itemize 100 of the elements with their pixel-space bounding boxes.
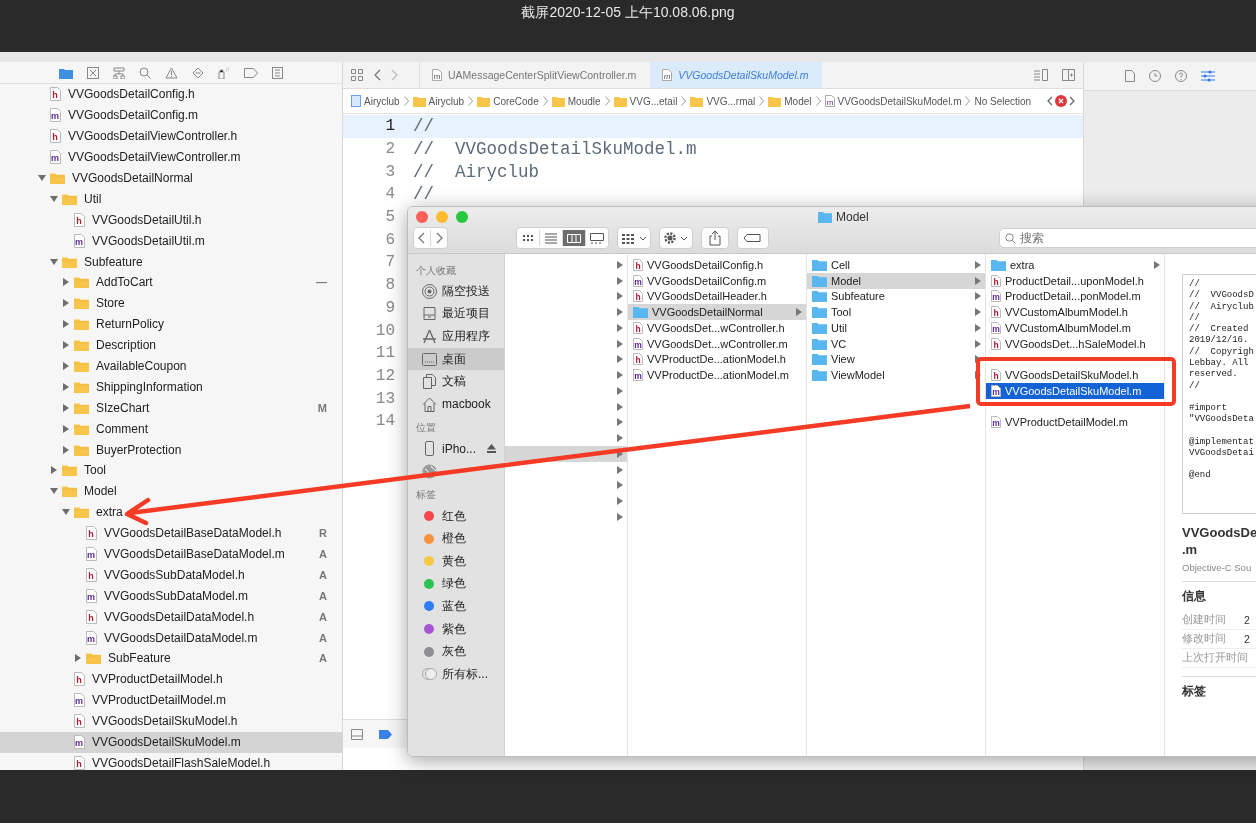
sidebar-item[interactable]: 隔空投送 xyxy=(408,280,504,303)
navigator-row[interactable]: VVGoodsDetailNormal xyxy=(0,167,342,189)
navigator-row[interactable]: AddToCart — xyxy=(0,272,342,293)
navigator-row[interactable]: ReturnPolicy xyxy=(0,313,342,335)
breadcrumb-item[interactable]: Airyclub xyxy=(351,95,400,107)
file-row[interactable]: m ProductDetail...ponModel.m xyxy=(986,288,1164,305)
disclosure-triangle-icon[interactable] xyxy=(62,508,70,517)
file-row[interactable]: h VVGoodsDet...hSaleModel.h xyxy=(986,335,1164,352)
file-row[interactable]: h VVProductDe...ationModel.h xyxy=(628,351,806,368)
file-row[interactable]: m VVGoodsDetailSkuModel.m xyxy=(986,383,1164,399)
navigator-row[interactable]: extra xyxy=(0,501,342,523)
disclosure-triangle-icon[interactable] xyxy=(62,362,70,370)
disclosure-triangle-icon[interactable] xyxy=(50,194,58,203)
square-x-icon[interactable] xyxy=(87,66,99,79)
navigator-row[interactable]: Subfeature xyxy=(0,251,342,272)
sidebar-item[interactable]: iPho... xyxy=(408,437,504,461)
file-row[interactable]: Util xyxy=(807,320,985,336)
view-mode-control[interactable] xyxy=(516,227,609,249)
navigator-row[interactable]: m VVGoodsDetailViewController.m xyxy=(0,146,342,168)
navigator-row[interactable]: Util xyxy=(0,188,342,210)
panel-toggle-icon[interactable] xyxy=(351,728,363,740)
file-row[interactable]: Subfeature xyxy=(807,288,985,305)
help-icon[interactable] xyxy=(1175,70,1187,82)
breadcrumb-item[interactable]: Model xyxy=(768,95,812,107)
navigator-row[interactable]: m VVGoodsDetailConfig.m xyxy=(0,104,342,126)
search-field[interactable]: 搜索 xyxy=(999,228,1256,248)
sidebar-item[interactable]: 紫色 xyxy=(408,617,504,641)
document-icon[interactable] xyxy=(1125,70,1135,82)
navigator-row[interactable]: h VVProductDetailModel.h xyxy=(0,668,342,690)
navigator-row[interactable]: h VVGoodsDetailDataModel.h A xyxy=(0,606,342,628)
navigator-row[interactable]: h VVGoodsDetailFlashSaleModel.h xyxy=(0,752,342,770)
sidebar-item[interactable]: macbook xyxy=(408,392,504,416)
sidebar-item[interactable]: 绿色 xyxy=(408,572,504,596)
disclosure-triangle-icon[interactable] xyxy=(62,445,70,454)
navigator-row[interactable]: SIzeChart M xyxy=(0,397,342,419)
sidebar-item[interactable]: 应用程序 xyxy=(408,325,504,348)
breakpoint-icon[interactable] xyxy=(379,729,392,739)
diamond-icon[interactable] xyxy=(192,66,204,79)
sidebar-item[interactable]: 文稿 xyxy=(408,370,504,393)
sidebar-item[interactable]: 灰色 xyxy=(408,640,504,663)
sidebar-item[interactable]: 所有标... xyxy=(408,662,504,686)
close-button[interactable] xyxy=(416,211,428,223)
file-row[interactable]: Cell xyxy=(807,257,985,273)
action-menu-button[interactable] xyxy=(659,227,693,249)
disclosure-triangle-icon[interactable] xyxy=(62,382,70,391)
add-editor-icon[interactable] xyxy=(1062,69,1075,81)
navigator-row[interactable]: BuyerProtection xyxy=(0,439,342,461)
navigator-row[interactable]: m VVGoodsDetailSkuModel.m xyxy=(0,731,342,753)
navigator-row[interactable]: h VVGoodsDetailSkuModel.h xyxy=(0,710,342,732)
disclosure-triangle-icon[interactable] xyxy=(62,341,70,350)
file-row[interactable]: h VVCustomAlbumModel.h xyxy=(986,304,1164,320)
file-row[interactable]: VVGoodsDetailNormal xyxy=(628,304,806,320)
column-view-icon[interactable] xyxy=(562,230,585,246)
grid-icon[interactable] xyxy=(351,69,363,81)
disclosure-triangle-icon[interactable] xyxy=(74,654,82,663)
sidebar-item[interactable]: 红色 xyxy=(408,504,504,528)
spray-icon[interactable] xyxy=(218,66,230,79)
disclosure-triangle-icon[interactable] xyxy=(50,487,58,496)
breadcrumb-item[interactable]: VVG...rmal xyxy=(690,95,756,107)
file-row[interactable]: m VVCustomAlbumModel.m xyxy=(986,320,1164,336)
file-row[interactable]: m VVGoodsDet...wController.m xyxy=(628,335,806,352)
editor-tab[interactable]: m VVGoodsDetailSkuModel.m xyxy=(650,62,823,88)
file-row[interactable]: h VVGoodsDetailConfig.h xyxy=(628,257,806,273)
file-row[interactable]: Model xyxy=(807,272,985,289)
navigator-row[interactable]: h VVGoodsDetailUtil.h xyxy=(0,209,342,231)
folder-icon[interactable] xyxy=(59,66,73,79)
disclosure-triangle-icon[interactable] xyxy=(62,320,70,329)
navigator-row[interactable]: ShippingInformation xyxy=(0,376,342,398)
navigator-row[interactable]: Store xyxy=(0,292,342,314)
tags-button[interactable] xyxy=(737,227,769,249)
sidebar-item[interactable]: 蓝色 xyxy=(408,595,504,618)
breadcrumb-item[interactable]: m VVGoodsDetailSkuModel.m xyxy=(824,95,962,107)
file-row[interactable]: h VVGoodsDetailHeader.h xyxy=(628,288,806,305)
lines-panel-icon[interactable] xyxy=(1034,69,1048,81)
search-icon[interactable] xyxy=(139,66,151,79)
next-issue-icon[interactable] xyxy=(1069,96,1075,106)
zoom-button[interactable] xyxy=(456,211,468,223)
back-icon[interactable] xyxy=(373,69,381,81)
sidebar-item[interactable]: 最近项目 xyxy=(408,302,504,326)
file-row[interactable]: h VVGoodsDetailSkuModel.h xyxy=(986,367,1164,383)
file-row[interactable]: VC xyxy=(807,335,985,352)
disclosure-triangle-icon[interactable] xyxy=(50,466,58,475)
error-icon[interactable] xyxy=(1055,95,1067,107)
sliders-icon[interactable] xyxy=(1201,70,1215,82)
file-row[interactable]: View xyxy=(807,351,985,368)
navigator-row[interactable]: m VVProductDetailModel.m xyxy=(0,689,342,711)
disclosure-triangle-icon[interactable] xyxy=(62,299,70,308)
navigator-row[interactable]: m VVGoodsDetailUtil.m xyxy=(0,230,342,252)
breadcrumb-item[interactable]: Airyclub xyxy=(412,95,465,107)
sidebar-item[interactable]: 桌面 xyxy=(408,347,504,371)
navigator-row[interactable]: SubFeature A xyxy=(0,648,342,669)
disclosure-triangle-icon[interactable] xyxy=(62,403,70,412)
navigator-row[interactable]: m VVGoodsSubDataModel.m A xyxy=(0,585,342,607)
disclosure-triangle-icon[interactable] xyxy=(38,174,46,182)
disclosure-triangle-icon[interactable] xyxy=(50,257,58,266)
disclosure-triangle-icon[interactable] xyxy=(62,424,70,433)
navigator-row[interactable]: h VVGoodsDetailConfig.h xyxy=(0,84,342,105)
file-row[interactable]: extra xyxy=(986,257,1164,273)
sidebar-item[interactable]: 黄色 xyxy=(408,549,504,573)
file-row[interactable]: h ProductDetail...uponModel.h xyxy=(986,272,1164,289)
